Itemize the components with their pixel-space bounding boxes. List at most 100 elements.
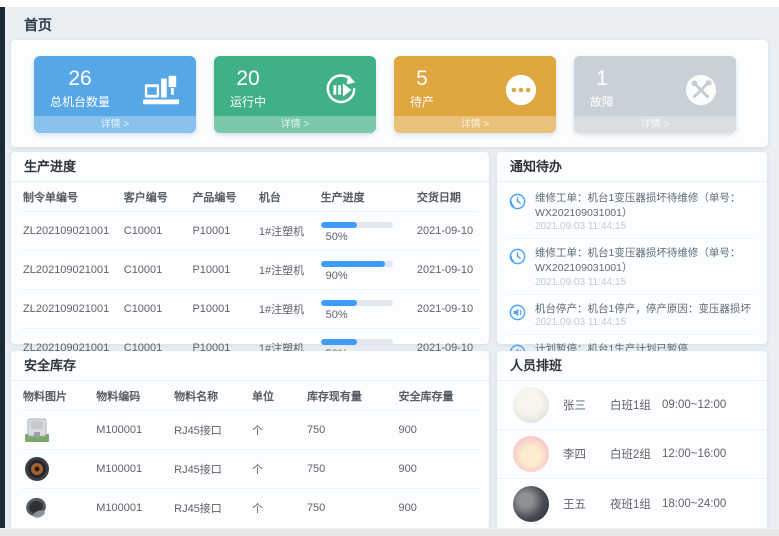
column-header: 物料图片 (21, 381, 94, 411)
column-header: 制令单编号 (21, 182, 122, 212)
staff-row: 张三 白班1组 09:00~12:00 (497, 381, 767, 430)
stat-card-fault: 1 故障 详情 > (574, 56, 736, 133)
machine-cell: 1#注塑机 (257, 251, 319, 290)
detail-link[interactable]: 详情 > (574, 116, 736, 133)
notification-text: 维修工单：机台1变压器损坏待维修（单号：WX202109031001） (535, 246, 755, 275)
customer-no-cell: C10001 (122, 212, 191, 251)
column-header: 客户编号 (122, 182, 191, 212)
table-row: M100001 RJ45接口 个 750 900 (21, 411, 479, 450)
page-tab-home[interactable]: 首页 (24, 17, 52, 33)
material-code-cell: M100001 (94, 411, 172, 450)
safety-stock-panel: 安全库存 物料图片 物料编码 物料名称 单位 库存现有量 安全库存量 (11, 351, 489, 530)
avatar (513, 486, 549, 522)
progress-cell: 50% (319, 212, 415, 251)
stat-label: 故障 (590, 93, 614, 110)
material-image-cell (21, 450, 94, 489)
table-row: M100001 RJ45接口 个 750 900 (21, 489, 479, 528)
delivery-date-cell: 2021-09-10 (415, 212, 479, 251)
column-header: 安全库存量 (397, 381, 479, 411)
column-header: 物料名称 (172, 381, 250, 411)
stat-label: 待产 (410, 93, 434, 110)
progress-bar (321, 339, 393, 345)
avatar (513, 436, 549, 472)
table-row: ZL202109021001 C10001 P10001 1#注塑机 50% 2… (21, 212, 479, 251)
progress-percent: 50% (326, 309, 348, 321)
on-hand-qty-cell: 750 (305, 489, 397, 528)
running-icon (322, 73, 360, 107)
machine-cell: 1#注塑机 (257, 212, 319, 251)
order-no-cell: ZL202109021001 (21, 251, 122, 290)
time-range: 12:00~16:00 (662, 448, 726, 460)
main-content: 首页 26 总机台数量 详情 > 20 运行中 (5, 7, 779, 528)
material-name-cell: RJ45接口 (172, 411, 250, 450)
table-header-row: 制令单编号 客户编号 产品编号 机台 生产进度 交货日期 (21, 182, 479, 212)
unit-cell: 个 (250, 450, 305, 489)
tools-icon (682, 73, 720, 107)
progress-percent: 90% (326, 270, 348, 282)
detail-link[interactable]: 详情 > (394, 116, 556, 133)
table-row: ZL202109021001 C10001 P10001 1#注塑机 90% 2… (21, 251, 479, 290)
order-no-cell: ZL202109021001 (21, 290, 122, 329)
staff-name: 李四 (563, 446, 610, 462)
notification-text: 维修工单：机台1变压器损坏待维修（单号：WX202109031001） (535, 191, 755, 220)
table-header-row: 物料图片 物料编码 物料名称 单位 库存现有量 安全库存量 (21, 381, 479, 411)
staff-row: 李四 白班2组 12:00~16:00 (497, 430, 767, 479)
notification-text: 机台停产：机台1停产，停产原因：变压器损坏 (535, 302, 751, 317)
panel-title-production: 生产进度 (11, 152, 489, 182)
machine-cell: 1#注塑机 (257, 290, 319, 329)
staff-row: 王五 夜班1组 18:00~24:00 (497, 479, 767, 528)
order-no-cell: ZL202109021001 (21, 212, 122, 251)
stat-value: 20 (230, 67, 266, 91)
material-code-cell: M100001 (94, 489, 172, 528)
customer-no-cell: C10001 (122, 251, 191, 290)
product-no-cell: P10001 (190, 212, 256, 251)
panel-title-staff: 人员排班 (497, 351, 767, 381)
stat-card-running: 20 运行中 详情 > (214, 56, 376, 133)
material-image-cell (21, 411, 94, 450)
progress-bar (321, 222, 393, 228)
stat-label: 运行中 (230, 93, 266, 110)
column-header: 物料编码 (94, 381, 172, 411)
column-header: 机台 (257, 182, 319, 212)
staff-name: 张三 (563, 397, 610, 413)
notification-item[interactable]: 维修工单：机台1变压器损坏待维修（单号：WX202109031001） 2021… (508, 184, 755, 239)
stat-label: 总机台数量 (50, 93, 110, 110)
shift-label: 夜班1组 (610, 496, 662, 512)
detail-link[interactable]: 详情 > (214, 116, 376, 133)
speaker-driver-image (23, 456, 51, 482)
safety-qty-cell: 900 (397, 411, 479, 450)
stat-value: 26 (50, 67, 110, 91)
column-header: 产品编号 (190, 182, 256, 212)
speaker-icon (508, 303, 527, 322)
stat-value: 1 (590, 67, 614, 91)
notification-item[interactable]: 维修工单：机台1变压器损坏待维修（单号：WX202109031001） 2021… (508, 239, 755, 294)
notification-time: 2021.09.03 11:44:15 (535, 221, 755, 232)
material-image-cell (21, 489, 94, 528)
product-no-cell: P10001 (190, 251, 256, 290)
page-header: 首页 (5, 7, 779, 39)
on-hand-qty-cell: 750 (305, 411, 397, 450)
time-range: 18:00~24:00 (662, 498, 726, 510)
ellipsis-icon (502, 73, 540, 107)
product-no-cell: P10001 (190, 290, 256, 329)
notification-item[interactable]: 机台停产：机台1停产，停产原因：变压器损坏 2021.09.03 11:44:1… (508, 295, 755, 336)
clock-icon (508, 192, 527, 211)
column-header: 交货日期 (415, 182, 479, 212)
clock-icon (508, 247, 527, 266)
table-row: ZL202109021001 C10001 P10001 1#注塑机 50% 2… (21, 290, 479, 329)
staff-name: 王五 (563, 496, 610, 512)
notification-time: 2021.09.03 11:44:15 (535, 277, 755, 288)
stat-cards-panel: 26 总机台数量 详情 > 20 运行中 (11, 40, 768, 147)
table-row: M100001 RJ45接口 个 750 900 (21, 450, 479, 489)
shift-label: 白班2组 (610, 446, 662, 462)
detail-link[interactable]: 详情 > (34, 116, 196, 133)
material-code-cell: M100001 (94, 450, 172, 489)
progress-cell: 50% (319, 290, 415, 329)
rj45-connector-image (23, 417, 51, 443)
column-header: 单位 (250, 381, 305, 411)
on-hand-qty-cell: 750 (305, 450, 397, 489)
machine-icon (142, 73, 180, 107)
safety-qty-cell: 900 (397, 489, 479, 528)
production-progress-panel: 生产进度 制令单编号 客户编号 产品编号 机台 生产进度 交货日期 Z (11, 152, 489, 344)
delivery-date-cell: 2021-09-10 (415, 251, 479, 290)
